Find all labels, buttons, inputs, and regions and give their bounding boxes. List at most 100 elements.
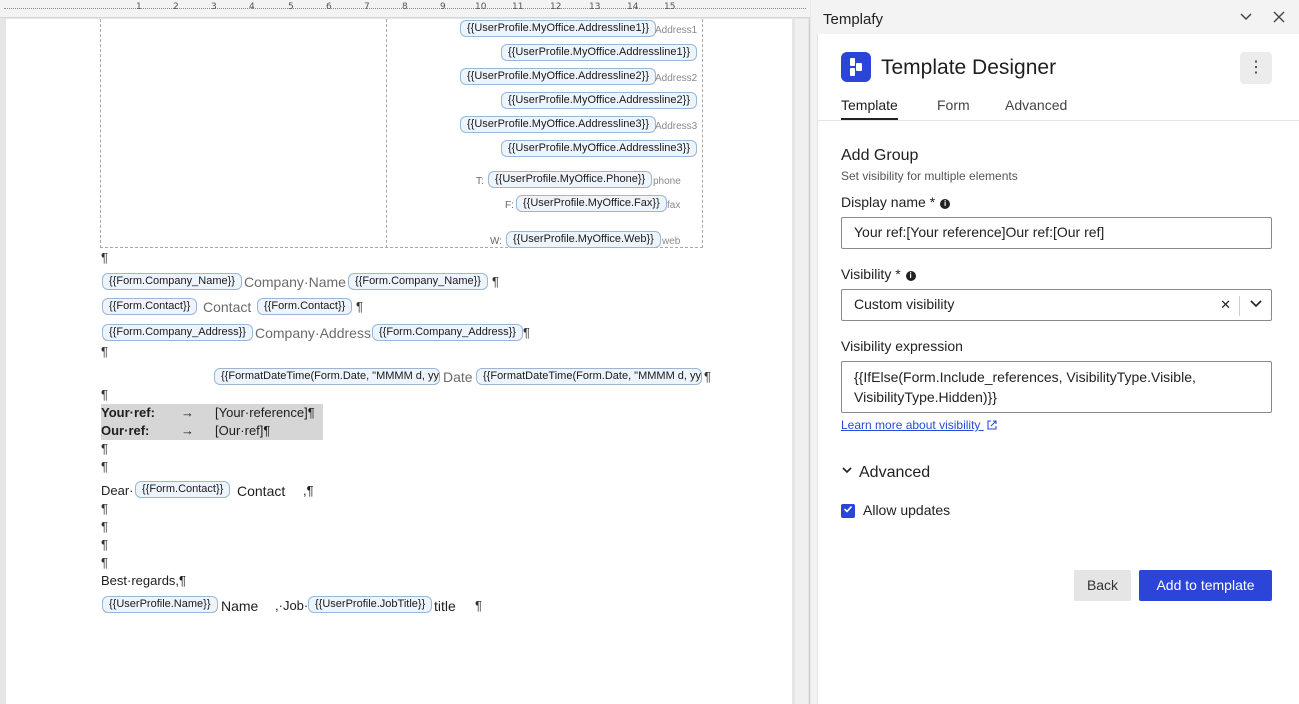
paragraph-mark: ¶	[101, 555, 108, 570]
content-control-tag[interactable]: {{Form.Company_Address}}	[102, 324, 253, 341]
external-link-icon	[987, 420, 997, 430]
chevron-down-icon[interactable]	[1249, 296, 1263, 313]
paragraph-mark: ¶	[101, 387, 108, 402]
paragraph-mark: ¶	[523, 325, 530, 340]
content-control-tag[interactable]: {{FormatDateTime(Form.Date, "MMMM d, yy	[476, 368, 702, 385]
clear-icon[interactable]: ✕	[1220, 297, 1231, 313]
paragraph-mark: ¶	[101, 519, 108, 534]
ruler-number: 13	[589, 2, 601, 12]
placeholder-hint: Address3	[655, 121, 698, 132]
phone-label: T:	[476, 176, 484, 187]
chevron-down-icon[interactable]	[1237, 9, 1255, 27]
visibility-select-value: Custom visibility	[854, 296, 955, 312]
salutation-end: ,¶	[303, 483, 314, 498]
placeholder-text: Contact	[237, 483, 286, 499]
learn-more-text: Learn more about visibility	[841, 418, 981, 432]
placeholder-hint: fax	[667, 200, 681, 211]
paragraph-mark: ¶	[492, 274, 499, 289]
address-table-divider	[386, 19, 387, 248]
back-button[interactable]: Back	[1074, 570, 1131, 601]
content-control-tag[interactable]: {{UserProfile.MyOffice.Phone}}	[488, 171, 653, 188]
chevron-down-icon	[842, 467, 852, 474]
ruler-number: 4	[249, 2, 255, 12]
paragraph-mark: ¶	[356, 299, 363, 314]
info-icon[interactable]: i	[940, 199, 951, 209]
content-control-tag[interactable]: {{UserProfile.MyOffice.Addressline3}}	[460, 116, 656, 133]
visibility-select[interactable]: Custom visibility ✕	[841, 289, 1272, 321]
tab-template[interactable]: Template	[841, 97, 898, 120]
content-control-tag[interactable]: {{UserProfile.MyOffice.Addressline2}}	[460, 68, 656, 85]
visibility-label: Visibility * i	[841, 266, 916, 282]
tab-advanced[interactable]: Advanced	[1005, 97, 1067, 118]
placeholder-text: Date	[443, 369, 473, 385]
placeholder-hint: Address2	[655, 73, 698, 84]
advanced-section-toggle[interactable]: Advanced	[841, 464, 930, 482]
close-icon[interactable]	[1270, 9, 1288, 27]
content-control-tag[interactable]: {{UserProfile.MyOffice.Addressline1}}	[501, 44, 697, 61]
content-control-tag[interactable]: {{UserProfile.MyOffice.Web}}	[506, 231, 661, 248]
app-root: 1 2 3 4 5 6 7 8 9 10 11 12 13 14 15 {{Us…	[0, 0, 1299, 704]
display-name-label-text: Display name *	[841, 194, 936, 210]
add-to-template-button[interactable]: Add to template	[1139, 570, 1272, 601]
ruler-number: 8	[402, 2, 408, 12]
your-ref-label: Your·ref:	[101, 405, 155, 420]
content-control-tag[interactable]: {{UserProfile.MyOffice.Fax}}	[516, 195, 667, 212]
placeholder-hint: web	[662, 236, 681, 247]
vertical-scrollbar[interactable]	[795, 19, 808, 704]
visibility-expression-input[interactable]: {{IfElse(Form.Include_references, Visibi…	[841, 361, 1272, 413]
more-options-icon[interactable]: ⋮	[1240, 52, 1272, 84]
content-control-tag[interactable]: {{Form.Company_Name}}	[102, 273, 242, 290]
fax-label: F:	[505, 200, 514, 211]
content-control-tag[interactable]: {{Form.Contact}}	[257, 298, 353, 315]
content-control-tag[interactable]: {{FormatDateTime(Form.Date, "MMMM d, yy	[214, 368, 440, 385]
tab-divider	[818, 120, 1299, 121]
ruler-number: 1	[136, 2, 142, 12]
paragraph-mark: ¶	[101, 459, 108, 474]
designer-card: Template Designer ⋮ Template Form Advanc…	[817, 34, 1299, 704]
ruler: 1 2 3 4 5 6 7 8 9 10 11 12 13 14 15	[0, 0, 810, 18]
paragraph-mark: ¶	[475, 598, 482, 613]
info-icon[interactable]: i	[905, 271, 916, 281]
ruler-number: 6	[326, 2, 332, 12]
add-in-panel: Templafy Template Designer ⋮ Template Fo…	[811, 0, 1299, 704]
content-control-tag[interactable]: {{Form.Company_Name}}	[348, 273, 488, 290]
closing-text: Best·regards,¶	[101, 573, 187, 588]
job-separator: ,·Job·	[275, 598, 309, 613]
paragraph-mark: ¶	[101, 344, 108, 359]
tab-form[interactable]: Form	[937, 97, 970, 118]
section-title: Add Group	[841, 147, 919, 164]
section-subtitle: Set visibility for multiple elements	[841, 169, 1018, 183]
allow-updates-checkbox[interactable]	[841, 504, 855, 518]
ruler-number: 5	[288, 2, 294, 12]
our-ref-label: Our·ref:	[101, 423, 150, 438]
salutation-text: Dear·	[101, 483, 134, 498]
document-page[interactable]: {{UserProfile.MyOffice.Addressline1}} Ad…	[6, 19, 792, 704]
content-control-tag[interactable]: {{UserProfile.MyOffice.Addressline1}}	[460, 20, 656, 37]
display-name-input[interactable]: Your ref:[Your reference]Our ref:[Our re…	[841, 217, 1272, 249]
ruler-number: 14	[627, 2, 639, 12]
paragraph-mark: ¶	[704, 369, 711, 384]
placeholder-text: Contact	[203, 299, 252, 315]
learn-more-link[interactable]: Learn more about visibility	[841, 418, 997, 432]
checkmark-icon	[843, 505, 853, 513]
document-area: 1 2 3 4 5 6 7 8 9 10 11 12 13 14 15 {{Us…	[0, 0, 810, 704]
tab-arrow: →	[181, 405, 194, 420]
placeholder-hint: phone	[653, 176, 681, 187]
content-control-tag[interactable]: {{Form.Contact}}	[102, 298, 198, 315]
content-control-tag[interactable]: {{UserProfile.MyOffice.Addressline2}}	[501, 92, 697, 109]
paragraph-mark: ¶	[101, 250, 108, 265]
advanced-title: Advanced	[859, 464, 931, 481]
ruler-number: 7	[364, 2, 370, 12]
ruler-number: 15	[664, 2, 676, 12]
placeholder-text: Name	[221, 598, 259, 614]
visibility-label-text: Visibility *	[841, 266, 901, 282]
ruler-number: 2	[173, 2, 179, 12]
content-control-tag[interactable]: {{UserProfile.JobTitle}}	[308, 596, 433, 613]
ruler-number: 10	[475, 2, 487, 12]
web-label: W:	[490, 236, 503, 247]
content-control-tag[interactable]: {{Form.Contact}}	[135, 481, 231, 498]
content-control-tag[interactable]: {{UserProfile.Name}}	[102, 596, 218, 613]
content-control-tag[interactable]: {{UserProfile.MyOffice.Addressline3}}	[501, 140, 697, 157]
content-control-tag[interactable]: {{Form.Company_Address}}	[372, 324, 523, 341]
select-separator	[1239, 296, 1240, 316]
